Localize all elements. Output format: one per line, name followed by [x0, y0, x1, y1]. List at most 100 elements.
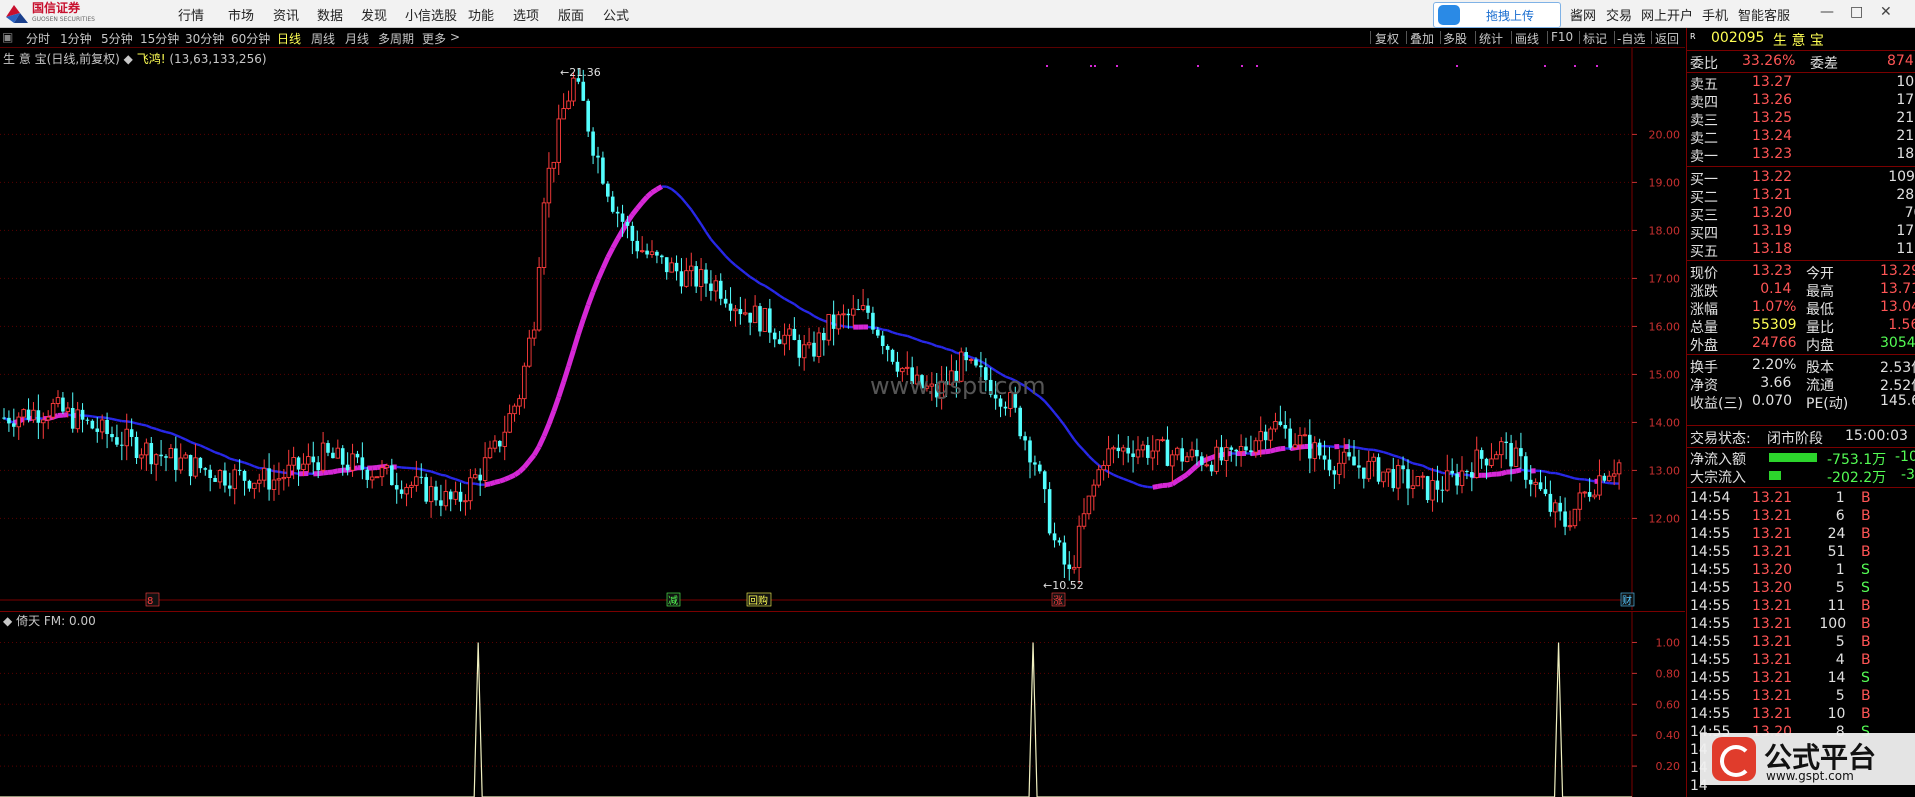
- period-60min[interactable]: 60分钟: [231, 30, 270, 47]
- period-multi[interactable]: 多周期: [378, 30, 414, 47]
- stat-label: 外盘: [1690, 338, 1718, 354]
- level-price: 13.25: [1752, 110, 1793, 126]
- level-volume: 119: [1896, 241, 1915, 257]
- tool-back[interactable]: 返回: [1655, 30, 1679, 47]
- ma-falling-segment: [204, 446, 211, 452]
- candle-body: [1121, 447, 1126, 452]
- tool-multi-stock[interactable]: 多股: [1443, 30, 1467, 47]
- menu-item-mobile[interactable]: 手机: [1702, 5, 1728, 24]
- candle-body: [522, 365, 527, 400]
- period-monthly[interactable]: 月线: [345, 30, 369, 47]
- tool-stats[interactable]: 统计: [1479, 30, 1503, 47]
- candle-body: [1126, 447, 1130, 454]
- candle-body: [866, 305, 870, 313]
- candle-body: [419, 476, 424, 478]
- menu-item-options[interactable]: 选项: [513, 5, 539, 24]
- ma-rising-segment: [498, 477, 506, 484]
- tool-overlay[interactable]: 叠加: [1410, 30, 1434, 47]
- candle-body: [16, 416, 21, 428]
- menu-item-formula[interactable]: 公式: [603, 5, 629, 24]
- candle-body: [178, 457, 183, 471]
- candle-body: [586, 100, 590, 132]
- ma-falling-segment: [1353, 446, 1360, 450]
- minimize-icon[interactable]: —: [1820, 4, 1834, 20]
- tick-time: 14:55: [1690, 706, 1731, 722]
- tool-draw[interactable]: 画线: [1515, 30, 1539, 47]
- candle-body: [1341, 451, 1347, 464]
- dropdown-icon[interactable]: ◆: [124, 52, 133, 66]
- period-15min[interactable]: 15分钟: [140, 30, 179, 47]
- tick-volume: 1: [1835, 490, 1845, 506]
- maximize-icon[interactable]: □: [1850, 4, 1863, 20]
- ma-falling-segment: [897, 332, 903, 337]
- ma-falling-segment: [1569, 475, 1576, 480]
- ma-falling-segment: [92, 415, 98, 419]
- ma-falling-segment: [111, 417, 118, 422]
- indicator-name[interactable]: 飞鸿!: [137, 52, 166, 66]
- candle-body: [1175, 447, 1180, 456]
- menu-item-discover[interactable]: 发现: [361, 5, 387, 24]
- chevron-right-icon[interactable]: >: [450, 30, 460, 44]
- menu-item-stock-picker[interactable]: 小信选股: [405, 5, 457, 24]
- menu-item-sauce[interactable]: 酱网: [1570, 5, 1596, 24]
- ma-falling-segment: [445, 474, 452, 479]
- period-tick[interactable]: 分时: [26, 30, 50, 47]
- candle-body: [428, 486, 434, 503]
- ma-falling-segment: [1383, 450, 1389, 455]
- candle-body: [1258, 431, 1263, 442]
- sub-chart-grid: [0, 611, 1685, 797]
- candle-body: [203, 468, 208, 470]
- candlestick-chart[interactable]: 20.00 19.00 18.00 17.00 16.00 15.00 14.00 13.00…: [0, 48, 1685, 610]
- candle-body: [1238, 446, 1244, 452]
- tool-mark[interactable]: 标记: [1583, 30, 1607, 47]
- ma-rising-segment: [508, 472, 516, 480]
- tool-f10[interactable]: F10: [1551, 30, 1573, 44]
- candle-body: [1033, 462, 1037, 465]
- ma-rising-segment: [1274, 446, 1281, 453]
- indicator-chart[interactable]: 1.00 0.80 0.60 0.40 0.20: [0, 611, 1685, 797]
- buy-level: 买三 13.20 70: [1687, 205, 1915, 224]
- dropdown-icon[interactable]: ◆: [3, 614, 12, 628]
- menu-item-news[interactable]: 资讯: [273, 5, 299, 24]
- level-label: 卖二: [1690, 131, 1718, 147]
- menu-item-layout[interactable]: 版面: [558, 5, 584, 24]
- period-more[interactable]: 更多: [422, 30, 446, 47]
- divider: [1614, 31, 1615, 44]
- ma-falling-segment: [887, 329, 894, 334]
- axis-label: 1.00: [1656, 636, 1681, 649]
- signal-dot: [1544, 65, 1546, 67]
- candle-body: [257, 479, 262, 484]
- candle-body: [601, 157, 605, 184]
- ma-falling-segment: [1402, 457, 1409, 463]
- menu-item-service[interactable]: 智能客服: [1738, 5, 1790, 24]
- tool-add-favorite[interactable]: -自选: [1617, 30, 1645, 47]
- level-label: 卖五: [1690, 77, 1718, 93]
- period-weekly[interactable]: 周线: [311, 30, 335, 47]
- ma-rising-segment: [522, 459, 532, 469]
- period-30min[interactable]: 30分钟: [185, 30, 224, 47]
- candle-body: [301, 463, 306, 471]
- panel-toggle-icon[interactable]: ▣: [2, 30, 13, 44]
- candle-body: [267, 468, 271, 490]
- menu-item-data[interactable]: 数据: [317, 5, 343, 24]
- upload-button[interactable]: 拖拽上传: [1433, 2, 1561, 28]
- ma-falling-segment: [1053, 411, 1061, 420]
- broker-logo[interactable]: 国信证券 GUOSEN SECURITIES: [6, 2, 95, 24]
- menu-item-market[interactable]: 市场: [228, 5, 254, 24]
- period-5min[interactable]: 5分钟: [101, 30, 133, 47]
- menu-item-open-account[interactable]: 网上开户: [1641, 5, 1693, 24]
- candle-body: [674, 262, 679, 272]
- candle-body: [512, 405, 517, 415]
- label: 净流入额: [1690, 452, 1746, 468]
- ma-rising-segment: [484, 481, 491, 488]
- menu-item-quotes[interactable]: 行情: [178, 5, 204, 24]
- period-daily[interactable]: 日线: [277, 30, 301, 47]
- menu-item-functions[interactable]: 功能: [468, 5, 494, 24]
- close-icon[interactable]: ✕: [1880, 4, 1892, 20]
- tick-volume: 5: [1835, 580, 1845, 596]
- moving-average-lines: [3, 184, 1620, 490]
- tool-adjust[interactable]: 复权: [1375, 30, 1399, 47]
- candle-body: [394, 485, 399, 490]
- menu-item-trade[interactable]: 交易: [1606, 5, 1632, 24]
- period-1min[interactable]: 1分钟: [60, 30, 92, 47]
